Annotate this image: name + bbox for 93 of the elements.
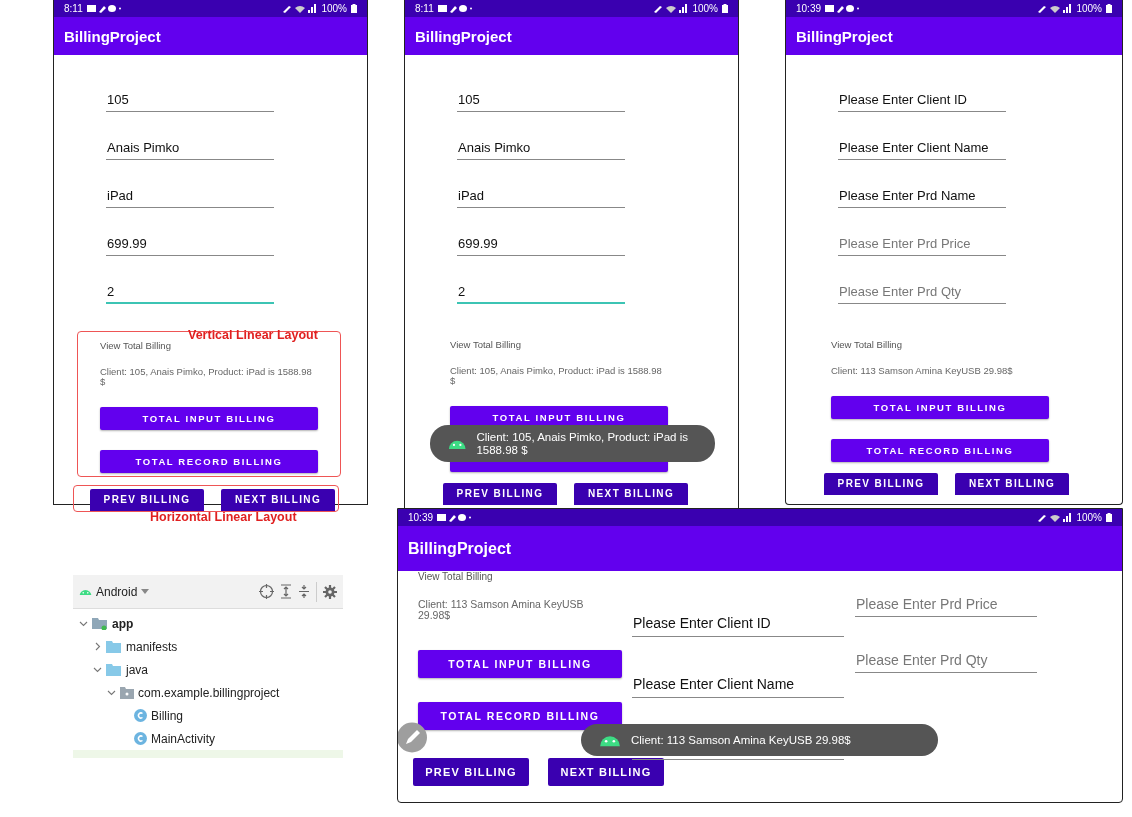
text-field[interactable]: 2 bbox=[106, 283, 274, 304]
battery-level: 100% bbox=[692, 3, 718, 14]
total-billing-button[interactable]: TOTAL INPUT BILLING bbox=[100, 406, 318, 430]
settings-icon[interactable] bbox=[323, 584, 337, 599]
status-time: 8:11 bbox=[64, 3, 83, 14]
module-folder-icon bbox=[92, 617, 108, 630]
status-time: 10:39 bbox=[796, 3, 822, 14]
tree-item[interactable]: Billing bbox=[151, 708, 183, 723]
text-field[interactable]: Please Enter Prd Qty bbox=[855, 650, 1037, 673]
signal-icons bbox=[283, 4, 318, 13]
billing-nav-button[interactable]: NEXT BILLING bbox=[221, 488, 335, 511]
app-title: BillingProject bbox=[415, 27, 512, 45]
collapse-all-icon[interactable] bbox=[298, 584, 310, 599]
result-heading: View Total Billing bbox=[100, 340, 172, 351]
status-time: 8:11 bbox=[415, 3, 434, 14]
text-field[interactable]: Please Enter Client Name bbox=[838, 139, 1006, 160]
text-field[interactable]: 105 bbox=[106, 91, 274, 112]
text-field[interactable]: Please Enter Prd Qty bbox=[838, 283, 1006, 304]
caret-icon[interactable] bbox=[141, 589, 150, 594]
text-field[interactable]: 105 bbox=[457, 91, 625, 112]
app-title: BillingProject bbox=[64, 27, 161, 45]
annotation-label: Horizontal Linear Layout bbox=[150, 509, 297, 524]
billing-nav-button[interactable]: PREV BILLING bbox=[824, 472, 938, 495]
chevron-down-icon[interactable] bbox=[79, 619, 88, 628]
battery-icon bbox=[1106, 513, 1112, 522]
view-selector[interactable]: Android bbox=[79, 584, 150, 599]
total-billing-button[interactable]: TOTAL RECORD BILLING bbox=[100, 449, 318, 473]
billing-nav-button[interactable]: PREV BILLING bbox=[413, 758, 529, 787]
app-title: BillingProject bbox=[408, 539, 512, 558]
status-icons bbox=[437, 4, 472, 13]
battery-icon bbox=[1106, 4, 1112, 13]
package-icon bbox=[120, 686, 134, 699]
result-heading: View Total Billing bbox=[831, 339, 903, 350]
text-field[interactable]: Please Enter Prd Price bbox=[838, 235, 1006, 256]
text-field[interactable]: Please Enter Client Name bbox=[632, 674, 844, 698]
expand-all-icon[interactable] bbox=[280, 584, 292, 599]
annotation-label: Vertical Linear Layout bbox=[188, 328, 318, 342]
text-field[interactable]: Please Enter Client ID bbox=[838, 91, 1006, 112]
signal-icons bbox=[1038, 513, 1073, 522]
signal-icons bbox=[654, 4, 689, 13]
total-billing-button[interactable]: TOTAL RECORD BILLING bbox=[831, 438, 1049, 462]
result-text: Client: 105, Anais Pimko, Product: iPad is 1588.98 $ bbox=[450, 366, 663, 386]
app-title: BillingProject bbox=[796, 27, 893, 45]
result-heading: View Total Billing bbox=[450, 339, 522, 350]
billing-nav-button[interactable]: NEXT BILLING bbox=[574, 482, 688, 505]
text-field[interactable]: Anais Pimko bbox=[457, 139, 625, 160]
billing-nav-button[interactable]: NEXT BILLING bbox=[955, 472, 1069, 495]
text-field[interactable]: Please Enter Prd Name bbox=[838, 187, 1006, 208]
toast-text: Client: 113 Samson Amina KeyUSB 29.98$ bbox=[631, 733, 851, 747]
chevron-down-icon[interactable] bbox=[93, 665, 102, 674]
status-time: 10:39 bbox=[408, 512, 434, 523]
battery-icon bbox=[722, 4, 728, 13]
battery-icon bbox=[351, 4, 357, 13]
billing-nav-button[interactable]: NEXT BILLING bbox=[548, 758, 664, 787]
text-field[interactable]: 699.99 bbox=[106, 235, 274, 256]
billing-nav-button[interactable]: PREV BILLING bbox=[443, 482, 557, 505]
text-field[interactable]: Anais Pimko bbox=[106, 139, 274, 160]
battery-level: 100% bbox=[1076, 512, 1102, 523]
result-heading: View Total Billing bbox=[418, 571, 494, 582]
signal-icons bbox=[1038, 4, 1073, 13]
status-icons bbox=[437, 513, 472, 522]
class-icon bbox=[134, 709, 147, 722]
battery-level: 100% bbox=[321, 3, 347, 14]
class-icon bbox=[134, 732, 147, 745]
tree-item[interactable]: com.example.billingproject bbox=[138, 685, 280, 700]
tree-item[interactable]: app bbox=[112, 616, 134, 631]
text-field[interactable]: Please Enter Prd Price bbox=[855, 594, 1037, 617]
result-text: Client: 113 Samson Amina KeyUSB 29.98$ bbox=[831, 366, 1014, 376]
battery-level: 100% bbox=[1076, 3, 1102, 14]
tree-item[interactable]: MainActivity bbox=[151, 731, 215, 746]
android-icon bbox=[599, 733, 621, 747]
text-field[interactable]: 699.99 bbox=[457, 235, 625, 256]
text-field[interactable]: iPad bbox=[106, 187, 274, 208]
android-icon bbox=[79, 587, 92, 596]
crosshair-icon[interactable] bbox=[259, 584, 274, 599]
text-field[interactable]: Please Enter Client ID bbox=[632, 613, 844, 637]
folder-icon bbox=[106, 640, 122, 653]
text-field[interactable]: iPad bbox=[457, 187, 625, 208]
total-billing-button[interactable]: TOTAL INPUT BILLING bbox=[418, 650, 622, 679]
folder-icon bbox=[106, 663, 122, 676]
result-text: Client: 105, Anais Pimko, Product: iPad is 1588.98 $ bbox=[100, 367, 313, 387]
toast-text: Client: 105, Anais Pimko, Product: iPad is 1588.98 $ bbox=[476, 430, 689, 457]
tree-item[interactable]: manifests bbox=[126, 639, 178, 654]
result-text: Client: 113 Samson Amina KeyUSB 29.98$ bbox=[418, 599, 585, 622]
total-billing-button[interactable]: TOTAL INPUT BILLING bbox=[831, 395, 1049, 419]
total-billing-button[interactable]: TOTAL RECORD BILLING bbox=[418, 702, 622, 731]
text-field[interactable]: 2 bbox=[457, 283, 625, 304]
status-icons bbox=[825, 4, 860, 13]
billing-nav-button[interactable]: PREV BILLING bbox=[90, 488, 204, 511]
tree-item[interactable]: java bbox=[126, 662, 148, 677]
chevron-down-icon[interactable] bbox=[107, 688, 116, 697]
status-icons bbox=[86, 4, 121, 13]
chevron-right-icon[interactable] bbox=[93, 642, 102, 651]
